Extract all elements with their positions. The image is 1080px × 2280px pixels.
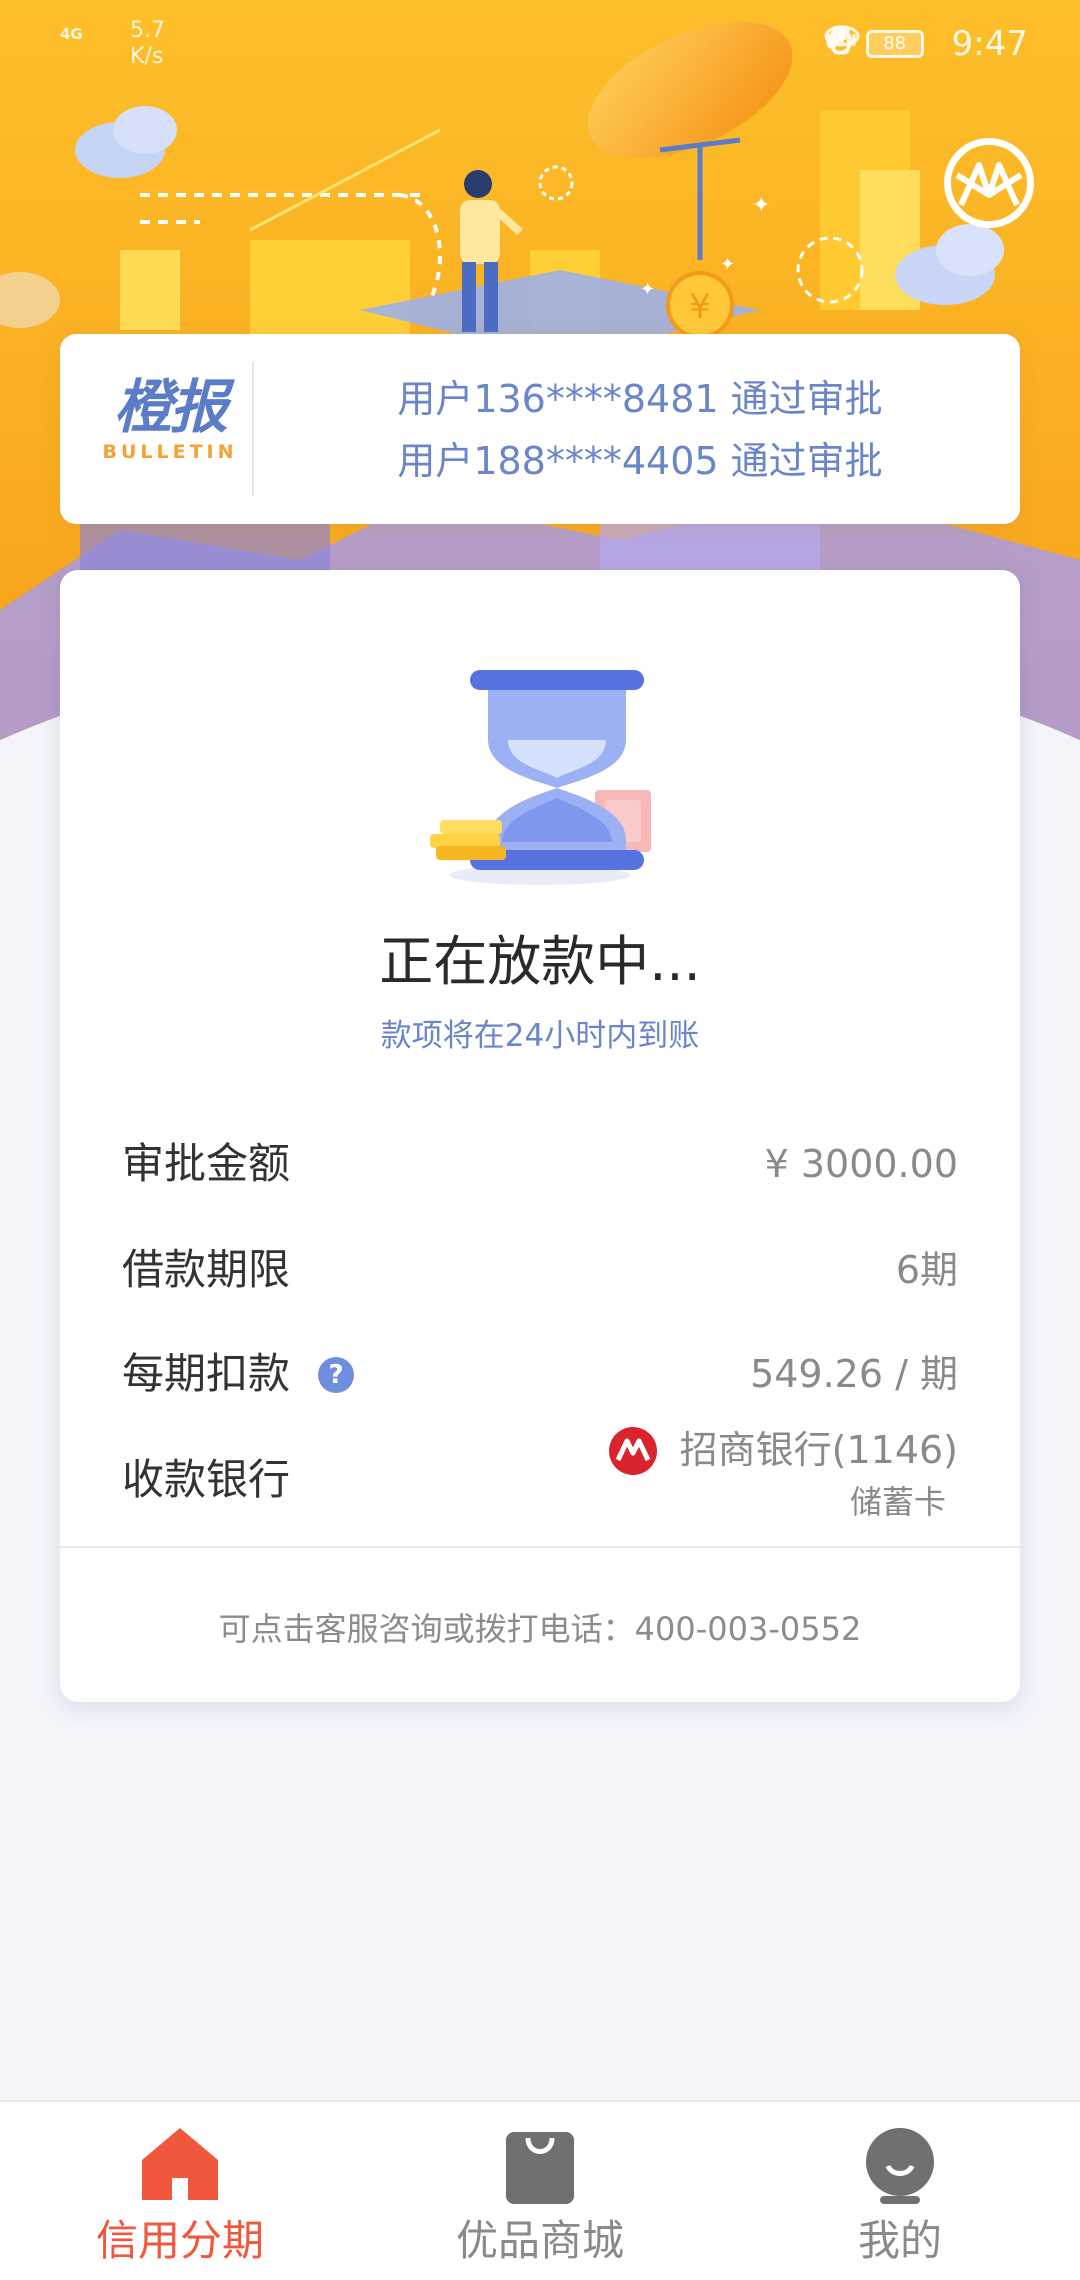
svg-text:✦: ✦ — [720, 254, 735, 275]
loan-term-row: 借款期限 6期 — [122, 1240, 958, 1300]
loan-term-value: 6期 — [895, 1248, 958, 1292]
bulletin-messages: 用户136****8481 通过审批 用户188****4405 通过审批 — [290, 368, 990, 492]
approved-amount-value: ¥ 3000.00 — [764, 1142, 958, 1186]
shopping-bag-icon — [506, 2132, 574, 2204]
bulletin-message: 用户188****4405 通过审批 — [397, 439, 883, 483]
nav-label: 我的 — [857, 2216, 942, 2265]
network-type: 4G — [60, 25, 83, 43]
nav-label: 优品商城 — [455, 2216, 624, 2265]
profile-icon — [866, 2128, 934, 2204]
status-icons: 88 9:47 — [824, 24, 1028, 64]
bank-card-type: 储蓄卡 — [849, 1483, 946, 1521]
bulletin-logo: 橙报 BULLETIN — [90, 374, 250, 484]
bulletin-title: 橙报 — [113, 373, 228, 441]
nav-mall[interactable]: 优品商城 — [360, 2102, 720, 2280]
bank-row: 收款银行 招商银行(1146) 储蓄卡 — [122, 1420, 958, 1540]
nav-mine[interactable]: 我的 — [720, 2102, 1080, 2280]
help-icon[interactable]: ? — [318, 1357, 354, 1393]
network-speed: 5.7 K/s — [130, 18, 165, 69]
svg-text:¥: ¥ — [689, 287, 711, 327]
status-time: 9:47 — [951, 24, 1028, 64]
nav-label: 信用分期 — [95, 2216, 264, 2265]
card-divider — [60, 1546, 1020, 1548]
bulletin-card: 橙报 BULLETIN 用户136****8481 通过审批 用户188****… — [60, 334, 1020, 524]
installment-value: 549.26 / 期 — [750, 1352, 958, 1396]
loan-status-title: 正在放款中... — [379, 930, 701, 993]
loan-status-card: 正在放款中... 款项将在24小时内到账 审批金额 ¥ 3000.00 借款期限… — [60, 570, 1020, 1702]
m-circle-logo-icon[interactable] — [944, 138, 1034, 228]
battery-icon: 88 — [865, 30, 924, 58]
bulletin-subtitle: BULLETIN — [102, 441, 238, 463]
svg-text:✦: ✦ — [752, 193, 770, 218]
bulletin-message: 用户136****8481 通过审批 — [397, 377, 883, 421]
loan-term-label: 借款期限 — [122, 1245, 291, 1294]
bottom-nav: 信用分期 优品商城 我的 — [0, 2100, 1080, 2280]
installment-row: 每期扣款 ? 549.26 / 期 — [122, 1344, 958, 1404]
loan-status-subtitle: 款项将在24小时内到账 — [380, 1018, 700, 1054]
installment-label: 每期扣款 — [122, 1349, 291, 1398]
hourglass-icon — [430, 670, 651, 885]
nav-credit-installment[interactable]: 信用分期 — [0, 2102, 360, 2280]
approved-amount-label: 审批金额 — [122, 1139, 291, 1188]
bulletin-divider — [252, 362, 254, 496]
svg-text:✦: ✦ — [640, 279, 655, 300]
bank-label: 收款银行 — [122, 1455, 291, 1504]
customer-service-text[interactable]: 可点击客服咨询或拨打电话：400-003-0552 — [60, 1608, 1020, 1650]
bank-name: 招商银行(1146) — [679, 1428, 958, 1472]
approved-amount-row: 审批金额 ¥ 3000.00 — [122, 1134, 958, 1194]
cmb-bank-icon — [609, 1427, 657, 1475]
home-icon — [142, 2128, 218, 2200]
status-bar: 4G 5.7 K/s 88 9:47 — [0, 0, 1080, 92]
